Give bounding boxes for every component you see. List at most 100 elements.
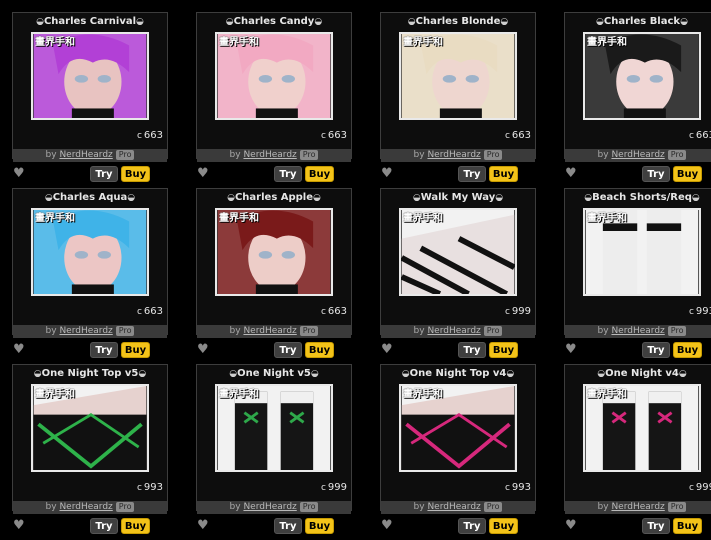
try-button[interactable]: Try	[274, 342, 302, 358]
creator-link[interactable]: NerdHeardz	[59, 150, 112, 160]
try-button[interactable]: Try	[458, 166, 486, 182]
product-title[interactable]: ◒One Night v5◒	[197, 368, 351, 382]
buy-button[interactable]: Buy	[673, 166, 702, 182]
product-frame[interactable]: ◒Charles Blonde◒ 畫界手和 c 663 by NerdHeardz…	[380, 12, 536, 162]
product-title[interactable]: ◒One Night v4◒	[565, 368, 711, 382]
product-frame[interactable]: ◒One Night Top v5◒ 畫界手和 c 993 by NerdHear…	[12, 364, 168, 514]
buy-button[interactable]: Buy	[489, 342, 518, 358]
product-title[interactable]: ◒Walk My Way◒	[381, 192, 535, 206]
product-thumbnail[interactable]: 畫界手和	[399, 32, 517, 120]
heart-icon[interactable]: ♥	[565, 343, 579, 357]
creator-watermark: 畫界手和	[403, 213, 443, 224]
creator-link[interactable]: NerdHeardz	[243, 150, 296, 160]
buy-button[interactable]: Buy	[673, 342, 702, 358]
product-frame[interactable]: ◒Charles Black◒ 畫界手和 c663 by NerdHeardzP…	[564, 12, 711, 162]
pro-badge: Pro	[667, 150, 687, 160]
product-card: ◒Walk My Way◒ 畫界手和 c 999 by NerdHeardz Pro…	[368, 188, 552, 364]
product-thumbnail[interactable]: 畫界手和	[583, 32, 701, 120]
product-frame[interactable]: ◒Charles Apple◒ 畫界手和 c 663 by NerdHeardz P…	[196, 188, 352, 338]
buy-button[interactable]: Buy	[121, 518, 150, 534]
product-thumbnail[interactable]: 畫界手和	[31, 32, 149, 120]
heart-icon[interactable]: ♥	[565, 519, 579, 533]
try-button[interactable]: Try	[274, 518, 302, 534]
buy-button[interactable]: Buy	[305, 342, 334, 358]
product-thumbnail[interactable]: 畫界手和	[215, 32, 333, 120]
product-card: ◒One Night v4◒ 畫界手和 c999 by NerdHeardzPr…	[552, 364, 711, 540]
try-button[interactable]: Try	[458, 518, 486, 534]
product-frame[interactable]: ◒Charles Carnival◒ 畫界手和 c 663 by NerdHear…	[12, 12, 168, 162]
product-title[interactable]: ◒One Night Top v4◒	[381, 368, 535, 382]
product-card: ◒Charles Apple◒ 畫界手和 c 663 by NerdHeardz P…	[184, 188, 368, 364]
try-button[interactable]: Try	[274, 166, 302, 182]
product-thumbnail[interactable]: 畫界手和	[583, 384, 701, 472]
product-title[interactable]: ◒Charles Aqua◒	[13, 192, 167, 206]
creator-link[interactable]: NerdHeardz	[427, 150, 480, 160]
creator-bar: by NerdHeardz Pro	[565, 325, 711, 338]
product-thumbnail[interactable]: 畫界手和	[31, 208, 149, 296]
product-title[interactable]: ◒Charles Blonde◒	[381, 16, 535, 30]
product-thumbnail[interactable]: 畫界手和	[215, 208, 333, 296]
half-circle-icon: ◒	[138, 369, 147, 379]
heart-icon[interactable]: ♥	[197, 519, 211, 533]
heart-icon[interactable]: ♥	[565, 167, 579, 181]
pro-badge: Pro	[299, 150, 319, 160]
half-circle-icon: ◒	[597, 369, 606, 379]
heart-icon[interactable]: ♥	[381, 343, 395, 357]
creator-link[interactable]: NerdHeardz	[243, 326, 296, 336]
product-frame[interactable]: ◒Charles Candy◒ 畫界手和 c 663 by NerdHeardz P…	[196, 12, 352, 162]
creator-watermark: 畫界手和	[219, 213, 259, 224]
product-frame[interactable]: ◒Charles Aqua◒ 畫界手和 c 663 by NerdHeardz Pr…	[12, 188, 168, 338]
creator-link[interactable]: NerdHeardz	[243, 502, 296, 512]
half-circle-icon: ◒	[584, 193, 593, 203]
try-button[interactable]: Try	[458, 342, 486, 358]
product-price: c993	[136, 482, 163, 493]
product-title[interactable]: ◒Charles Candy◒	[197, 16, 351, 30]
heart-icon[interactable]: ♥	[381, 167, 395, 181]
product-thumbnail[interactable]: 畫界手和	[399, 208, 517, 296]
heart-icon[interactable]: ♥	[13, 167, 27, 181]
product-title[interactable]: ◒Charles Carnival◒	[13, 16, 167, 30]
product-title[interactable]: ◒Beach Shorts/Req◒	[565, 192, 711, 206]
creator-bar: by NerdHeardz Pro	[197, 501, 351, 514]
buy-button[interactable]: Buy	[489, 518, 518, 534]
buy-button[interactable]: Buy	[305, 166, 334, 182]
product-frame[interactable]: ◒Beach Shorts/Req◒ 畫界手和 c993 by NerdHear…	[564, 188, 711, 338]
product-title[interactable]: ◒Charles Apple◒	[197, 192, 351, 206]
half-circle-icon: ◒	[227, 193, 235, 203]
buy-button[interactable]: Buy	[121, 166, 150, 182]
buy-button[interactable]: Buy	[673, 518, 702, 534]
heart-icon[interactable]: ♥	[381, 519, 395, 533]
creator-link[interactable]: NerdHeardz	[611, 502, 664, 512]
heart-icon[interactable]: ♥	[13, 343, 27, 357]
creator-link[interactable]: NerdHeardz	[59, 326, 112, 336]
buy-button[interactable]: Buy	[121, 342, 150, 358]
product-title[interactable]: ◒One Night Top v5◒	[13, 368, 167, 382]
heart-icon[interactable]: ♥	[13, 519, 27, 533]
heart-icon[interactable]: ♥	[197, 167, 211, 181]
product-thumbnail[interactable]: 畫界手和	[583, 208, 701, 296]
product-thumbnail[interactable]: 畫界手和	[215, 384, 333, 472]
product-frame[interactable]: ◒Walk My Way◒ 畫界手和 c 999 by NerdHeardz Pro	[380, 188, 536, 338]
product-thumbnail[interactable]: 畫界手和	[399, 384, 517, 472]
product-frame[interactable]: ◒One Night v4◒ 畫界手和 c999 by NerdHeardzPr…	[564, 364, 711, 514]
try-button[interactable]: Try	[642, 166, 670, 182]
try-button[interactable]: Try	[90, 342, 118, 358]
product-frame[interactable]: ◒One Night v5◒ 畫界手和 c 999 by NerdHeardz Pr…	[196, 364, 352, 514]
creator-link[interactable]: NerdHeardz	[611, 326, 664, 336]
pro-badge: Pro	[299, 502, 319, 512]
creator-link[interactable]: NerdHeardz	[427, 502, 480, 512]
buy-button[interactable]: Buy	[489, 166, 518, 182]
product-title[interactable]: ◒Charles Black◒	[565, 16, 711, 30]
try-button[interactable]: Try	[90, 166, 118, 182]
buy-button[interactable]: Buy	[305, 518, 334, 534]
product-thumbnail[interactable]: 畫界手和	[31, 384, 149, 472]
creator-link[interactable]: NerdHeardz	[427, 326, 480, 336]
product-frame[interactable]: ◒One Night Top v4◒ 畫界手和 c 993 by NerdHear…	[380, 364, 536, 514]
try-button[interactable]: Try	[642, 518, 670, 534]
creator-link[interactable]: NerdHeardz	[611, 150, 664, 160]
pro-badge: Pro	[115, 502, 135, 512]
try-button[interactable]: Try	[642, 342, 670, 358]
heart-icon[interactable]: ♥	[197, 343, 211, 357]
creator-link[interactable]: NerdHeardz	[59, 502, 112, 512]
try-button[interactable]: Try	[90, 518, 118, 534]
